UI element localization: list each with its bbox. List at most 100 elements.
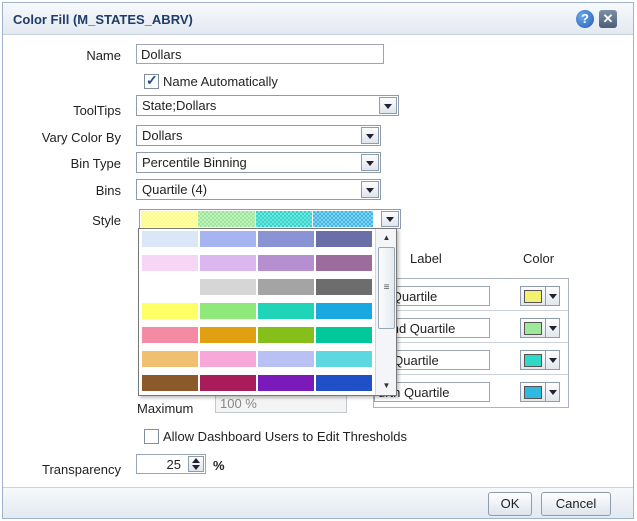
chevron-down-icon[interactable] [379, 97, 397, 114]
allow-edit-thresholds-checkbox[interactable] [144, 429, 159, 444]
palette-option[interactable] [142, 255, 374, 271]
maximum-label: Maximum [137, 401, 194, 416]
color-fill-dialog: Color Fill (M_STATES_ABRV) ? ✕ Name Doll… [2, 2, 634, 519]
bin-type-value: Percentile Binning [142, 155, 247, 170]
chevron-down-icon [545, 351, 559, 369]
palette-color-cell [258, 231, 314, 247]
chevron-down-icon[interactable] [361, 127, 379, 144]
palette-option[interactable] [142, 375, 374, 391]
threshold-row: rd Quartile [374, 343, 568, 375]
chevron-down-icon[interactable] [381, 211, 399, 227]
palette-color-cell [200, 231, 256, 247]
palette-color-cell [258, 351, 314, 367]
scroll-thumb[interactable]: ≡ [378, 247, 395, 329]
palette-color-cell [316, 351, 372, 367]
threshold-row: cond Quartile [374, 311, 568, 343]
threshold-color-picker[interactable] [520, 350, 560, 370]
palette-color-cell [142, 351, 198, 367]
threshold-row: st Quartile [374, 279, 568, 311]
tooltips-value: State;Dollars [142, 98, 217, 113]
chevron-down-icon [545, 383, 559, 401]
palette-color-cell [200, 255, 256, 271]
bin-type-select[interactable]: Percentile Binning [136, 152, 381, 173]
transparency-label: Transparency [42, 462, 121, 477]
bin-type-label: Bin Type [70, 156, 121, 171]
threshold-table: st Quartile cond Quartile rd Quartile ur… [373, 278, 569, 408]
style-palette-dropdown[interactable]: ▲ ≡ ▼ [138, 228, 397, 396]
dialog-footer: OK Cancel [3, 487, 633, 518]
palette-option[interactable] [142, 303, 374, 319]
label-column-header: Label [410, 251, 442, 266]
palette-color-cell [200, 351, 256, 367]
style-swatch [256, 211, 312, 227]
palette-color-cell [316, 231, 372, 247]
help-icon[interactable]: ? [576, 10, 594, 28]
close-icon[interactable]: ✕ [599, 10, 617, 28]
threshold-color-picker[interactable] [520, 318, 560, 338]
dialog-titlebar: Color Fill (M_STATES_ABRV) ? ✕ [3, 3, 633, 35]
palette-color-cell [258, 279, 314, 295]
palette-color-cell [142, 231, 198, 247]
scroll-down-icon[interactable]: ▼ [378, 379, 395, 393]
palette-color-cell [142, 375, 198, 391]
color-swatch [524, 290, 542, 303]
cancel-button[interactable]: Cancel [541, 492, 611, 516]
color-swatch [524, 386, 542, 399]
maximum-input: 100 % [215, 393, 347, 413]
palette-option[interactable] [142, 351, 374, 367]
palette-color-cell [316, 327, 372, 343]
palette-color-cell [142, 279, 198, 295]
transparency-spinner[interactable]: 25 [136, 454, 206, 474]
chevron-down-icon [545, 319, 559, 337]
bins-select[interactable]: Quartile (4) [136, 179, 381, 200]
palette-color-cell [200, 279, 256, 295]
tooltips-select[interactable]: State;Dollars [136, 95, 399, 116]
palette-color-cell [258, 375, 314, 391]
style-select[interactable] [139, 209, 401, 229]
name-label: Name [86, 48, 121, 63]
threshold-color-picker[interactable] [520, 286, 560, 306]
palette-option[interactable] [142, 231, 374, 247]
palette-color-cell [316, 303, 372, 319]
name-automatically-label: Name Automatically [163, 74, 278, 89]
vary-color-by-value: Dollars [142, 128, 183, 143]
vary-color-by-select[interactable]: Dollars [136, 125, 381, 146]
palette-color-cell [258, 303, 314, 319]
palette-option[interactable] [142, 279, 374, 295]
bins-value: Quartile (4) [142, 182, 208, 197]
palette-color-cell [200, 327, 256, 343]
palette-option[interactable] [142, 327, 374, 343]
palette-color-cell [200, 303, 256, 319]
spinner-arrows-icon[interactable] [188, 456, 204, 472]
scroll-up-icon[interactable]: ▲ [378, 231, 395, 245]
name-input[interactable]: Dollars [136, 44, 384, 64]
palette-color-cell [316, 255, 372, 271]
chevron-down-icon[interactable] [361, 181, 379, 198]
vary-color-by-label: Vary Color By [41, 130, 121, 145]
transparency-unit: % [213, 458, 225, 473]
chevron-down-icon[interactable] [361, 154, 379, 171]
palette-color-cell [316, 375, 372, 391]
threshold-row: urth Quartile [374, 375, 568, 407]
name-automatically-checkbox[interactable] [144, 72, 159, 89]
chevron-down-icon [545, 287, 559, 305]
allow-edit-thresholds-label: Allow Dashboard Users to Edit Thresholds [163, 429, 407, 444]
ok-button[interactable]: OK [488, 492, 532, 516]
palette-color-cell [142, 303, 198, 319]
palette-color-cell [200, 375, 256, 391]
palette-color-cell [258, 255, 314, 271]
tooltips-label: ToolTips [73, 103, 121, 118]
palette-color-cell [142, 327, 198, 343]
style-swatch [198, 211, 255, 227]
transparency-value: 25 [166, 457, 181, 472]
threshold-color-picker[interactable] [520, 382, 560, 402]
style-swatch [313, 211, 373, 227]
palette-color-cell [316, 279, 372, 295]
color-swatch [524, 322, 542, 335]
style-swatch [141, 211, 197, 227]
color-swatch [524, 354, 542, 367]
palette-scrollbar[interactable]: ▲ ≡ ▼ [375, 229, 396, 395]
bins-label: Bins [95, 183, 121, 198]
color-column-header: Color [523, 251, 555, 266]
palette-color-cell [258, 327, 314, 343]
